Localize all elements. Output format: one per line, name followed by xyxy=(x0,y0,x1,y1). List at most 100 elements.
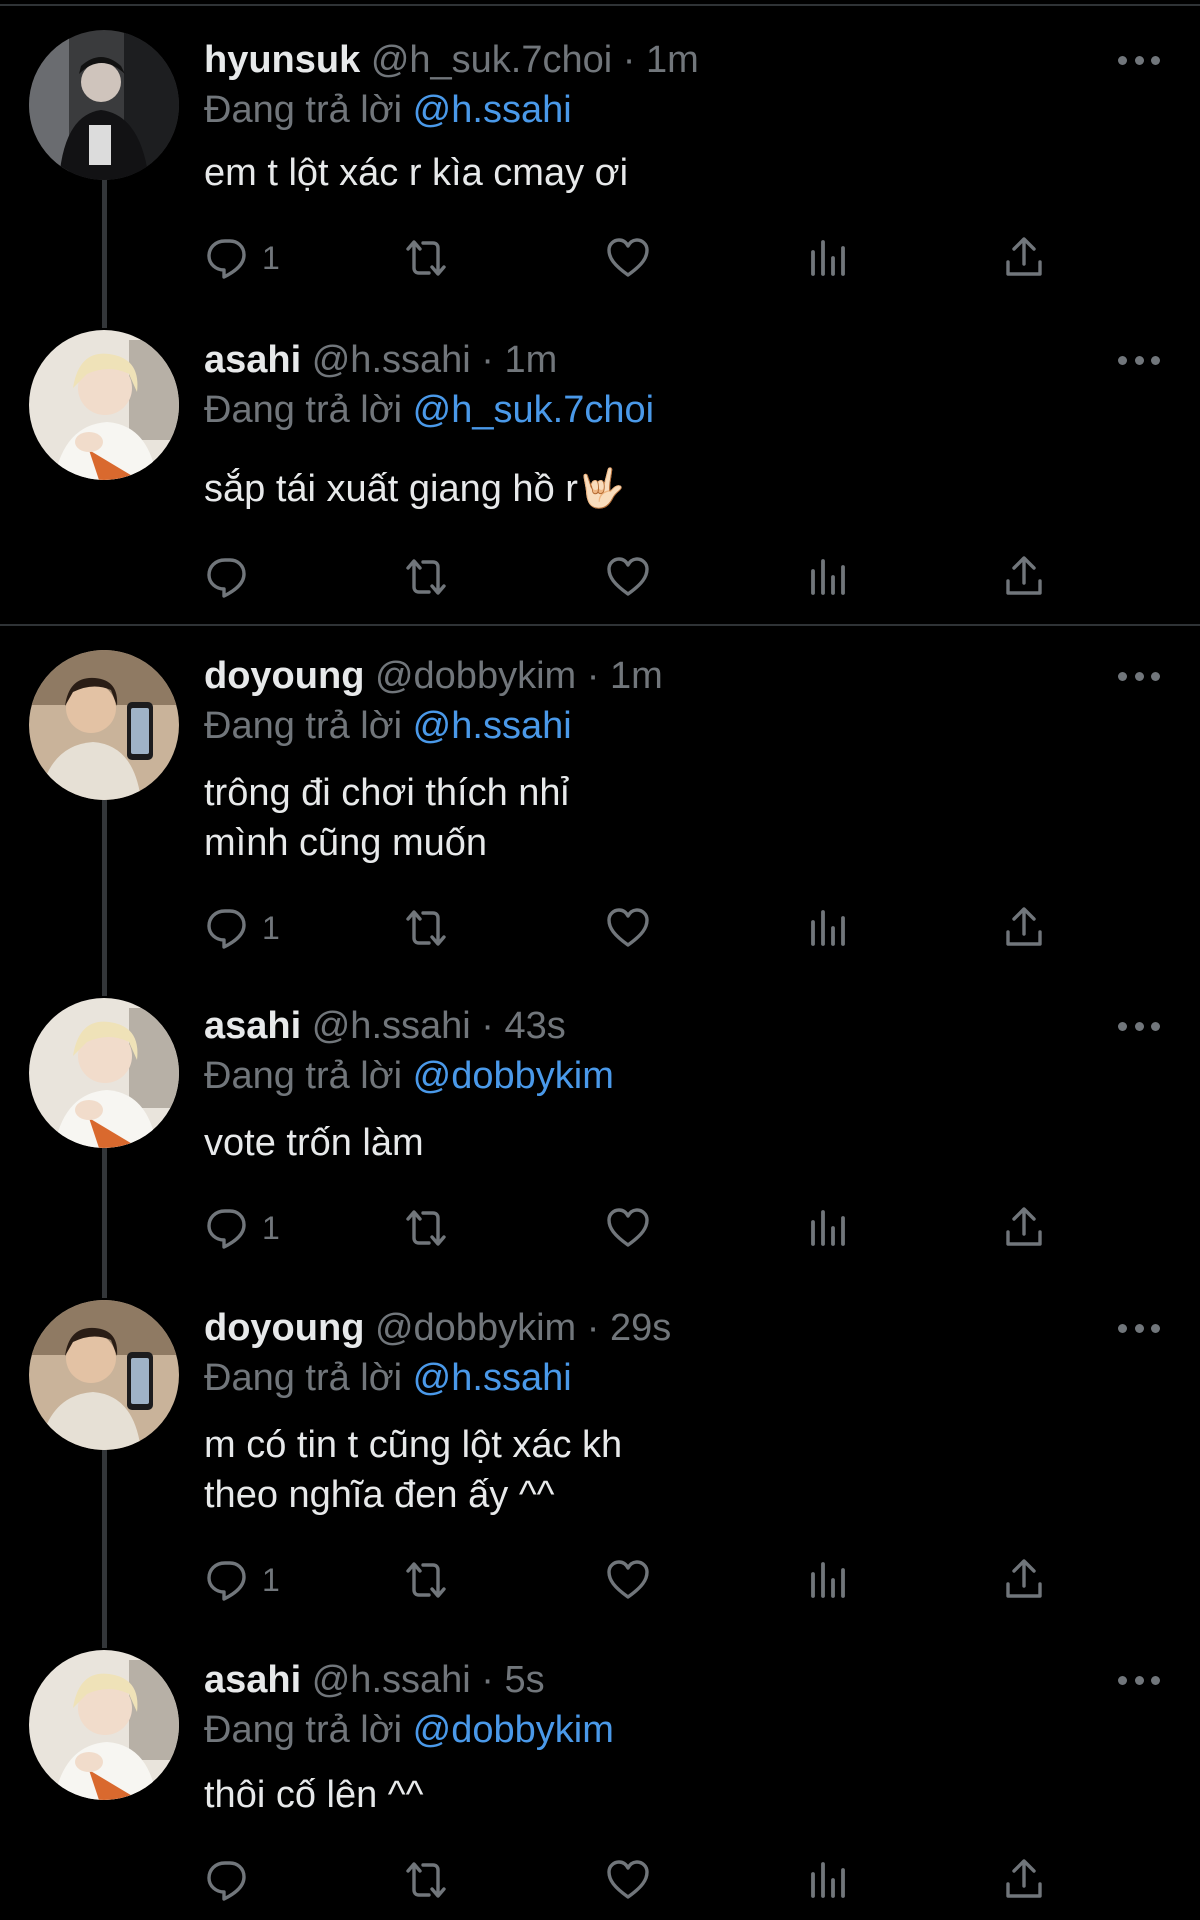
heart-icon xyxy=(607,1860,649,1899)
handle[interactable]: @h.ssahi xyxy=(312,339,471,381)
views-button[interactable] xyxy=(804,228,852,288)
avatar-asahi[interactable] xyxy=(29,998,179,1148)
reply-count: 1 xyxy=(262,909,280,946)
share-icon xyxy=(1006,556,1042,595)
reply-mention-link[interactable]: @dobbykim xyxy=(413,1055,614,1097)
handle[interactable]: @dobbykim xyxy=(375,1307,576,1349)
top-divider xyxy=(0,4,1200,6)
like-button[interactable] xyxy=(604,1850,652,1910)
more-options-icon[interactable] xyxy=(1118,670,1160,682)
views-button[interactable] xyxy=(804,547,852,607)
share-button[interactable] xyxy=(1000,1198,1048,1258)
timestamp[interactable]: 5s xyxy=(505,1659,545,1701)
dot-separator: · xyxy=(481,339,505,381)
reply-mention-link[interactable]: @h.ssahi xyxy=(413,89,572,131)
heart-icon xyxy=(607,557,649,596)
more-options-icon[interactable] xyxy=(1118,354,1160,366)
tweet-actions xyxy=(0,547,1200,607)
replying-to: Đang trả lời @h.ssahi xyxy=(204,700,572,752)
retweet-icon xyxy=(406,910,446,946)
share-button[interactable] xyxy=(1000,547,1048,607)
reply-mention-link[interactable]: @h.ssahi xyxy=(413,705,572,747)
reply-icon xyxy=(207,1861,246,1901)
dot-separator: · xyxy=(586,655,610,697)
handle[interactable]: @h.ssahi xyxy=(312,1659,471,1701)
views-button[interactable] xyxy=(804,1550,852,1610)
avatar-doyoung[interactable] xyxy=(29,650,179,800)
handle[interactable]: @dobbykim xyxy=(375,655,576,697)
like-button[interactable] xyxy=(604,547,652,607)
retweet-button[interactable] xyxy=(402,228,450,288)
handle[interactable]: @h.ssahi xyxy=(312,1005,471,1047)
reply-button[interactable]: 1 xyxy=(204,228,280,288)
display-name[interactable]: asahi xyxy=(204,339,301,381)
retweet-button[interactable] xyxy=(402,547,450,607)
retweet-button[interactable] xyxy=(402,898,450,958)
tweet-actions xyxy=(0,1850,1200,1910)
display-name[interactable]: doyoung xyxy=(204,655,364,697)
like-button[interactable] xyxy=(604,1198,652,1258)
reply-mention-link[interactable]: @h_suk.7choi xyxy=(413,389,654,431)
tweet-text: sắp tái xuất giang hồ r🤟🏻 xyxy=(204,468,626,510)
avatar-asahi[interactable] xyxy=(29,330,179,480)
views-button[interactable] xyxy=(804,1198,852,1258)
reply-button[interactable]: 1 xyxy=(204,898,280,958)
display-name[interactable]: asahi xyxy=(204,1659,301,1701)
dot-separator: · xyxy=(586,1307,610,1349)
analytics-icon xyxy=(811,910,845,946)
avatar-doyoung[interactable] xyxy=(29,1300,179,1450)
tweet-header: doyoung @dobbykim · 1m xyxy=(204,650,663,702)
replying-to-label: Đang trả lời xyxy=(204,389,413,431)
views-button[interactable] xyxy=(804,1850,852,1910)
tweet-header: hyunsuk @h_suk.7choi · 1m xyxy=(204,34,699,86)
timestamp[interactable]: 1m xyxy=(610,655,663,697)
reply-mention-link[interactable]: @h.ssahi xyxy=(413,1357,572,1399)
share-button[interactable] xyxy=(1000,1550,1048,1610)
reply-thread-screen: hyunsuk @h_suk.7choi · 1m Đang trả lời @… xyxy=(0,0,1200,1920)
replying-to-label: Đang trả lời xyxy=(204,705,413,747)
retweet-icon xyxy=(406,1862,446,1898)
like-button[interactable] xyxy=(604,898,652,958)
reply-button[interactable] xyxy=(204,547,262,607)
analytics-icon xyxy=(811,1562,845,1598)
share-icon xyxy=(1006,237,1042,276)
share-button[interactable] xyxy=(1000,1850,1048,1910)
display-name[interactable]: hyunsuk xyxy=(204,39,360,81)
more-options-icon[interactable] xyxy=(1118,1322,1160,1334)
like-button[interactable] xyxy=(604,228,652,288)
avatar-hyunsuk[interactable] xyxy=(29,30,179,180)
reply-count: 1 xyxy=(262,239,280,276)
reply-mention-link[interactable]: @dobbykim xyxy=(413,1709,614,1751)
reply-button[interactable] xyxy=(204,1850,262,1910)
more-options-icon[interactable] xyxy=(1118,1020,1160,1032)
share-button[interactable] xyxy=(1000,228,1048,288)
reply-button[interactable]: 1 xyxy=(204,1550,280,1610)
like-button[interactable] xyxy=(604,1550,652,1610)
reply-button[interactable]: 1 xyxy=(204,1198,280,1258)
more-options-icon[interactable] xyxy=(1118,54,1160,66)
replying-to: Đang trả lời @dobbykim xyxy=(204,1704,614,1756)
display-name[interactable]: doyoung xyxy=(204,1307,364,1349)
retweet-icon xyxy=(406,1210,446,1246)
retweet-button[interactable] xyxy=(402,1198,450,1258)
handle[interactable]: @h_suk.7choi xyxy=(371,39,612,81)
share-icon xyxy=(1006,1559,1042,1598)
avatar-asahi[interactable] xyxy=(29,1650,179,1800)
more-options-icon[interactable] xyxy=(1118,1674,1160,1686)
retweet-button[interactable] xyxy=(402,1850,450,1910)
heart-icon xyxy=(607,1208,649,1247)
share-button[interactable] xyxy=(1000,898,1048,958)
timestamp[interactable]: 29s xyxy=(610,1307,671,1349)
heart-icon xyxy=(607,908,649,947)
replying-to-label: Đang trả lời xyxy=(204,1709,413,1751)
retweet-button[interactable] xyxy=(402,1550,450,1610)
timestamp[interactable]: 1m xyxy=(646,39,699,81)
views-button[interactable] xyxy=(804,898,852,958)
timestamp[interactable]: 1m xyxy=(505,339,558,381)
display-name[interactable]: asahi xyxy=(204,1005,301,1047)
replying-to: Đang trả lời @h_suk.7choi xyxy=(204,384,654,436)
replying-to: Đang trả lời @h.ssahi xyxy=(204,1352,572,1404)
timestamp[interactable]: 43s xyxy=(505,1005,566,1047)
reply-icon xyxy=(207,1209,246,1249)
dot-separator: · xyxy=(481,1659,505,1701)
